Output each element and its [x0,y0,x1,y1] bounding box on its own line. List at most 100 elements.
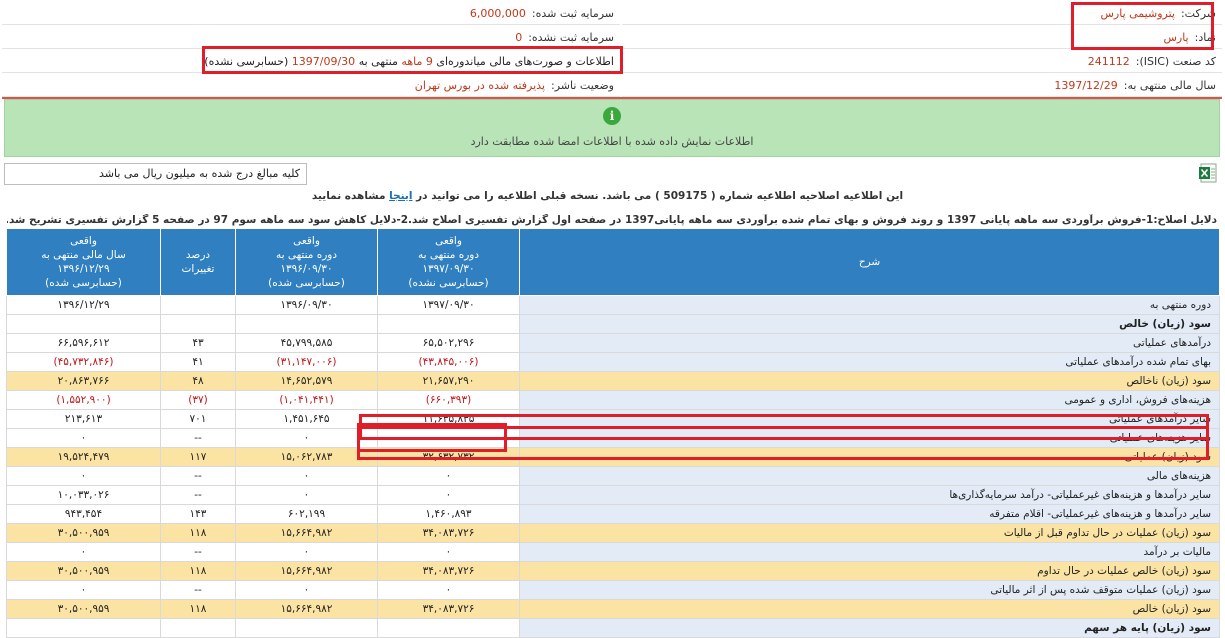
unreg-capital-value: 0 [515,30,523,44]
previous-version-link[interactable]: اینجا [389,190,412,202]
row-desc: بهای تمام شده درآمدهای عملیاتی [519,352,1220,372]
row-value-1396-fy: ۱۳۹۶/۱۲/۲۹ [6,295,161,315]
row-desc: سایر درآمدها و هزینه‌های غیرعملیاتی- درآ… [519,485,1220,505]
annotation-box-other-expenses [357,426,1209,460]
table-row: هزینه‌های فروش، اداری و عمومی (۶۶۰,۳۹۳) (۱… [6,390,1220,410]
table-row: سود (زیان) خالص [6,314,1220,334]
publisher-value: پذیرفته شده در بورس تهران [414,78,546,92]
row-value-1396-fy: ۳۰,۵۰۰,۹۵۹ [6,599,161,619]
row-value-1396-fy: ۲۱۳,۶۱۳ [6,409,161,429]
row-value-1397: ۰ [377,466,520,486]
row-value-1396-fy: ۳۰,۵۰۰,۹۵۹ [6,523,161,543]
row-value-1397: ۰ [377,542,520,562]
header-col4: واقعی سال مالی منتهی به ۱۳۹۶/۱۲/۲۹ (حساب… [6,228,161,296]
row-value-1396-fy: ۰ [6,428,161,448]
row-value-1396-fy [6,618,161,638]
table-row: سود (زیان) خالص ۳۴,۰۸۳,۷۲۶ ۱۵,۶۶۴,۹۸۲ ۱۱۸ ۳۰… [6,599,1220,619]
isic-row: کد صنعت (ISIC): 241112 [622,50,1222,73]
row-value-1396-fy: ۰ [6,580,161,600]
row-change-percent: ۴۳ [160,333,236,353]
isic-value: 241112 [1087,54,1130,68]
row-change-percent: ۱۱۷ [160,447,236,467]
row-value-1397: ۳۴,۰۸۳,۷۲۶ [377,599,520,619]
row-value-1396-9m: ۱۵,۶۶۴,۹۸۲ [235,599,378,619]
row-change-percent: ۴۸ [160,371,236,391]
annotation-box-company [1071,2,1214,50]
row-value-1396-fy: (۱,۵۵۲,۹۰۰) [6,390,161,410]
fiscal-value: 1397/12/29 [1054,78,1118,92]
row-value-1397: ۰ [377,485,520,505]
row-change-percent: ۱۱۸ [160,561,236,581]
row-desc: سایر درآمدها و هزینه‌های غیرعملیاتی- اقل… [519,504,1220,524]
row-desc: سود (زیان) عملیات در حال تداوم قبل از ما… [519,523,1220,543]
row-desc: سود (زیان) خالص [519,599,1220,619]
row-change-percent [160,618,236,638]
row-change-percent: ۴۱ [160,352,236,372]
row-value-1396-9m: ۱۴,۶۵۲,۵۷۹ [235,371,378,391]
row-value-1396-9m: ۰ [235,466,378,486]
correction-notice: این اطلاعیه اصلاحیه اطلاعیه شماره ( 5091… [0,190,1215,202]
row-desc: سود (زیان) خالص عملیات در حال تداوم [519,561,1220,581]
row-change-percent: ۷۰۱ [160,409,236,429]
row-change-percent: -- [160,428,236,448]
row-value-1396-fy: ۳۰,۵۰۰,۹۵۹ [6,561,161,581]
row-value-1396-9m: ۰ [235,542,378,562]
header-col2: واقعی دوره منتهی به ۱۳۹۶/۰۹/۳۰ (حسابرسی … [235,228,378,296]
reg-capital-label: سرمایه ثبت شده: [531,6,614,20]
row-change-percent [160,295,236,315]
row-change-percent: -- [160,580,236,600]
row-value-1396-9m: ۰ [235,580,378,600]
row-desc: هزینه‌های فروش، اداری و عمومی [519,390,1220,410]
row-change-percent: ۱۱۸ [160,523,236,543]
excel-export-icon[interactable] [1199,163,1219,183]
header-desc: شرح [519,228,1220,296]
row-change-percent [160,314,236,334]
table-row: سود (زیان) عملیات متوقف شده پس از اثر ما… [6,580,1220,600]
row-value-1397 [377,314,520,334]
table-row: سایر درآمدها و هزینه‌های غیرعملیاتی- اقل… [6,504,1220,524]
row-value-1396-fy: ۶۶,۵۹۶,۶۱۲ [6,333,161,353]
reg-capital-value: 6,000,000 [469,6,526,20]
table-row: سود (زیان) ناخالص ۲۱,۶۵۷,۲۹۰ ۱۴,۶۵۲,۵۷۹ ۴۸ ۲… [6,371,1220,391]
fiscal-label: سال مالی منتهی به: [1123,78,1216,92]
row-desc: دوره منتهی به [519,295,1220,315]
row-desc: درآمدهای عملیاتی [519,333,1220,353]
row-value-1397: ۶۵,۵۰۲,۲۹۶ [377,333,520,353]
info-icon: i [603,107,621,125]
row-desc: هزینه‌های مالی [519,466,1220,486]
row-value-1396-9m: ۱۵,۶۶۴,۹۸۲ [235,523,378,543]
row-desc: سود (زیان) ناخالص [519,371,1220,391]
header-col4-text: واقعی سال مالی منتهی به ۱۳۹۶/۱۲/۲۹ (حساب… [41,235,126,289]
row-value-1397: ۱۳۹۷/۰۹/۳۰ [377,295,520,315]
row-value-1396-fy: ۰ [6,542,161,562]
fiscal-row: سال مالی منتهی به: 1397/12/29 [622,74,1222,97]
row-value-1396-fy: ۱۰,۰۳۳,۰۲۶ [6,485,161,505]
row-desc: مالیات بر درآمد [519,542,1220,562]
table-row: هزینه‌های مالی ۰ ۰ -- ۰ [6,466,1220,486]
row-desc: سود (زیان) پایه هر سهم [519,618,1220,638]
annotation-box-report [202,46,623,74]
reg-capital-row: سرمایه ثبت شده: 6,000,000 [2,2,620,25]
row-value-1396-9m [235,618,378,638]
row-value-1396-9m: ۶۰۲,۱۹۹ [235,504,378,524]
header-col3-text: درصد تغییرات [181,249,215,275]
row-desc: سود (زیان) خالص [519,314,1220,334]
row-change-percent: -- [160,542,236,562]
table-row: مالیات بر درآمد ۰ ۰ -- ۰ [6,542,1220,562]
notice-before: این اطلاعیه اصلاحیه اطلاعیه شماره ( 5091… [416,190,904,202]
row-value-1396-9m: ۱۵,۶۶۴,۹۸۲ [235,561,378,581]
row-desc: سود (زیان) عملیات متوقف شده پس از اثر ما… [519,580,1220,600]
row-value-1396-fy: ۹۴۳,۴۵۴ [6,504,161,524]
row-value-1396-9m: ۰ [235,485,378,505]
row-value-1396-fy: (۴۵,۷۳۲,۸۴۶) [6,352,161,372]
header-col2-text: واقعی دوره منتهی به ۱۳۹۶/۰۹/۳۰ (حسابرسی … [268,235,345,289]
unreg-capital-label: سرمایه ثبت نشده: [528,30,614,44]
row-value-1397: (۴۳,۸۴۵,۰۰۶) [377,352,520,372]
row-value-1397 [377,618,520,638]
row-value-1396-9m: (۱,۰۴۱,۴۴۱) [235,390,378,410]
row-change-percent: -- [160,485,236,505]
table-row: بهای تمام شده درآمدهای عملیاتی (۴۳,۸۴۵,۰۰… [6,352,1220,372]
row-value-1397: ۱,۴۶۰,۸۹۳ [377,504,520,524]
header-col1-text: واقعی دوره منتهی به ۱۳۹۷/۰۹/۳۰ (حسابرسی … [408,235,489,289]
table-row: دوره منتهی به ۱۳۹۷/۰۹/۳۰ ۱۳۹۶/۰۹/۳۰ ۱۳۹۶/۱۲… [6,295,1220,315]
